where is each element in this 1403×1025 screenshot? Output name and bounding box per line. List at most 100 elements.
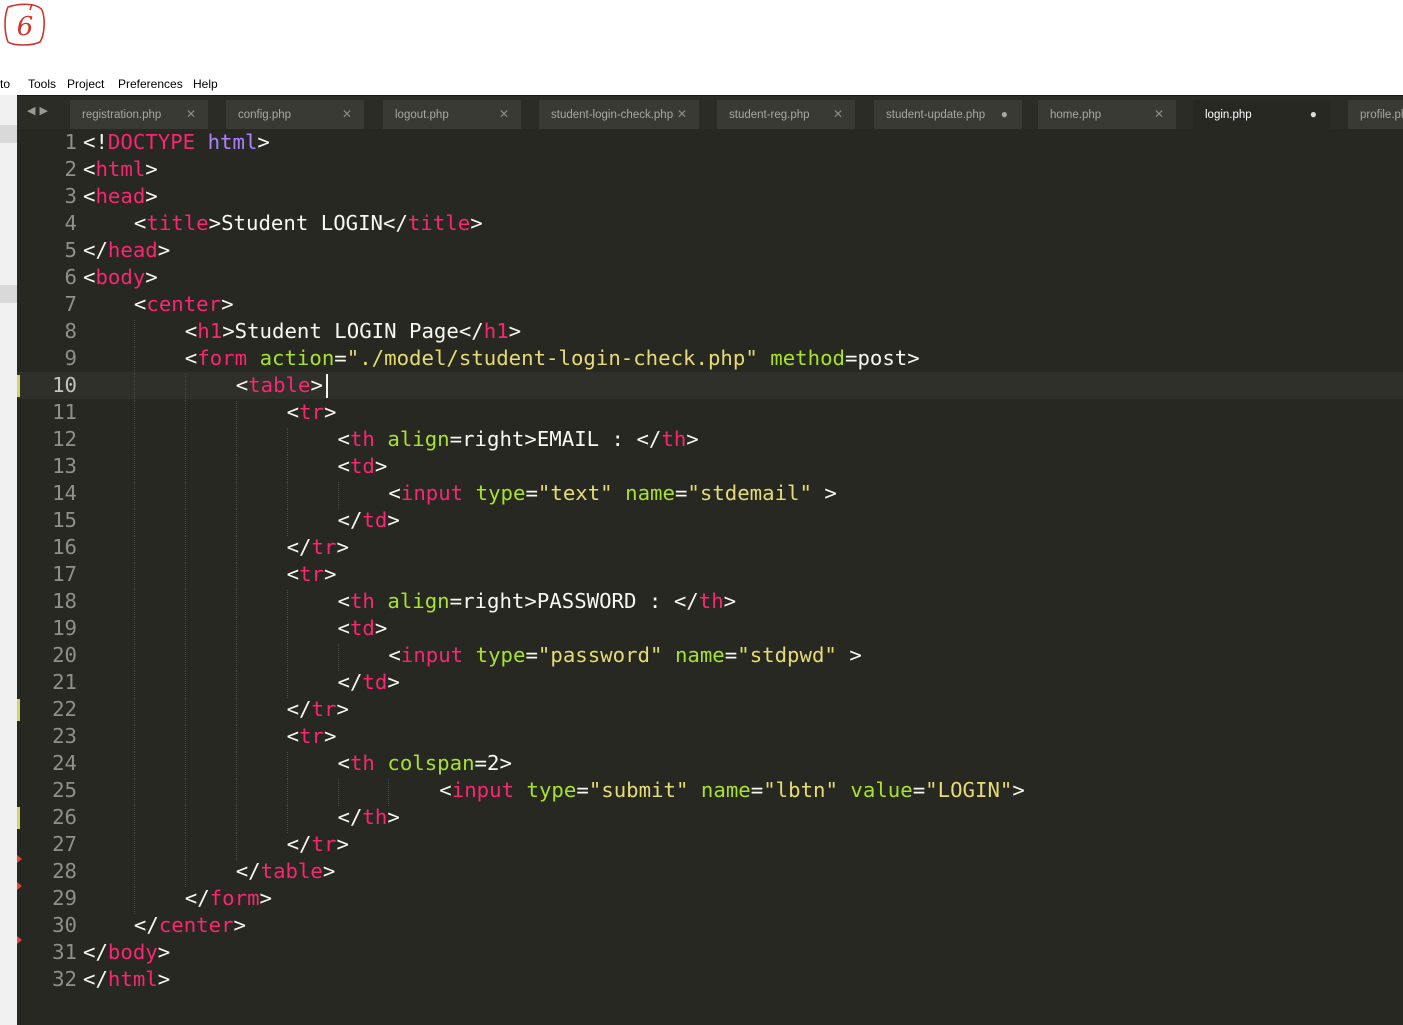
code-line[interactable]: <td> bbox=[338, 615, 388, 642]
code-token: </ bbox=[83, 238, 108, 262]
indent-guide bbox=[235, 455, 237, 482]
code-token: = bbox=[576, 778, 589, 802]
code-line[interactable]: <th align=right>EMAIL : </th> bbox=[338, 426, 699, 453]
line-number: 30 bbox=[52, 913, 77, 937]
code-token: tr bbox=[299, 400, 324, 424]
code-line[interactable]: <html> bbox=[83, 156, 158, 183]
line-number: 7 bbox=[64, 292, 77, 316]
code-token: > bbox=[157, 967, 171, 991]
code-line[interactable]: <body> bbox=[83, 264, 158, 291]
code-line[interactable]: <center> bbox=[134, 291, 234, 318]
code-token: name bbox=[700, 778, 751, 802]
code-token: h1 bbox=[197, 319, 223, 343]
code-line[interactable]: </body> bbox=[83, 939, 170, 966]
code-token: > bbox=[145, 157, 158, 181]
tab-config[interactable]: config.php ✕ bbox=[226, 100, 364, 129]
code-token: > bbox=[374, 616, 388, 640]
indent-guide bbox=[184, 509, 186, 536]
code-token: = bbox=[724, 643, 738, 667]
code-token: "password" bbox=[537, 643, 663, 667]
close-icon[interactable]: ✕ bbox=[186, 107, 196, 121]
line-number: 27 bbox=[52, 832, 77, 856]
tab-student-reg[interactable]: student-reg.php ✕ bbox=[717, 100, 855, 129]
code-token: = bbox=[525, 481, 538, 505]
tab-scroll-arrows[interactable]: ◀▶ bbox=[27, 104, 52, 117]
code-line[interactable]: </form> bbox=[185, 885, 272, 912]
indent-guide bbox=[184, 698, 186, 725]
code-line[interactable]: <head> bbox=[83, 183, 158, 210]
code-line[interactable]: <input type="password" name="stdpwd" > bbox=[388, 642, 861, 669]
diff-arrow-icon bbox=[17, 936, 22, 944]
close-icon[interactable]: ✕ bbox=[1154, 107, 1164, 121]
code-line[interactable]: </td> bbox=[338, 669, 400, 696]
unsaved-dot-icon[interactable]: ● bbox=[1310, 107, 1317, 121]
tab-logout[interactable]: logout.php ✕ bbox=[383, 100, 521, 129]
code-token: > bbox=[723, 589, 737, 613]
unsaved-dot-icon[interactable]: ● bbox=[1001, 107, 1008, 121]
menu-project[interactable]: Project bbox=[67, 77, 104, 91]
code-line[interactable]: </tr> bbox=[287, 831, 349, 858]
code-line[interactable]: </tr> bbox=[287, 696, 349, 723]
tab-home[interactable]: home.php ✕ bbox=[1038, 100, 1176, 129]
indent-guide bbox=[133, 617, 135, 644]
code-line[interactable]: <tr> bbox=[287, 723, 337, 750]
code-line[interactable]: <input type="submit" name="lbtn" value="… bbox=[439, 777, 1025, 804]
code-line[interactable]: </tr> bbox=[287, 534, 349, 561]
code-line[interactable]: <h1>Student LOGIN Page</h1> bbox=[185, 318, 521, 345]
diff-arrow-icon bbox=[17, 882, 22, 890]
code-line[interactable]: <th colspan=2> bbox=[338, 750, 512, 777]
indent-guide bbox=[286, 590, 288, 617]
code-token: > bbox=[811, 481, 837, 505]
menu-preferences[interactable]: Preferences bbox=[118, 77, 183, 91]
code-token: > bbox=[221, 292, 234, 316]
code-line[interactable]: <tr> bbox=[287, 561, 337, 588]
code-token: < bbox=[235, 373, 249, 397]
indent-guide bbox=[337, 644, 339, 671]
indent-guide bbox=[133, 320, 135, 347]
tab-label: config.php bbox=[238, 109, 292, 121]
code-line[interactable]: <td> bbox=[338, 453, 388, 480]
line-number: 28 bbox=[52, 859, 77, 883]
tab-student-update[interactable]: student-update.php ● bbox=[874, 100, 1022, 129]
indent-guide bbox=[133, 347, 135, 374]
code-line[interactable]: </td> bbox=[338, 507, 400, 534]
code-line[interactable]: <th align=right>PASSWORD : </th> bbox=[338, 588, 737, 615]
code-token: <! bbox=[83, 130, 108, 154]
close-icon[interactable]: ✕ bbox=[499, 107, 509, 121]
close-icon[interactable]: ✕ bbox=[342, 107, 352, 121]
menu-tools[interactable]: Tools bbox=[28, 77, 56, 91]
indent-guide bbox=[133, 509, 135, 536]
code-line[interactable]: <!DOCTYPE html> bbox=[83, 129, 270, 156]
tab-student-login-check[interactable]: student-login-check.php ✕ bbox=[539, 100, 699, 129]
tab-registration[interactable]: registration.php ✕ bbox=[70, 100, 208, 129]
code-token: > bbox=[323, 562, 337, 586]
indent-guide bbox=[184, 644, 186, 671]
code-line[interactable]: <form action="./model/student-login-chec… bbox=[185, 345, 920, 372]
code-line[interactable]: <title>Student LOGIN</title> bbox=[134, 210, 483, 237]
indent-guide bbox=[133, 455, 135, 482]
code-line[interactable]: </center> bbox=[134, 912, 246, 939]
code-token: input bbox=[400, 481, 464, 505]
tab-profile[interactable]: profile.php bbox=[1348, 100, 1403, 129]
close-icon[interactable]: ✕ bbox=[677, 107, 687, 121]
code-line[interactable]: </table> bbox=[236, 858, 336, 885]
code-line[interactable]: </html> bbox=[83, 966, 170, 993]
menu-help[interactable]: Help bbox=[193, 77, 218, 91]
code-token: tr bbox=[299, 724, 324, 748]
indent-guide bbox=[388, 779, 390, 806]
code-line[interactable]: <table> bbox=[236, 372, 323, 399]
code-line[interactable]: </head> bbox=[83, 237, 170, 264]
menu-goto[interactable]: to bbox=[0, 77, 10, 91]
code-line[interactable]: <input type="text" name="stdemail" > bbox=[388, 480, 837, 507]
code-line[interactable]: </th> bbox=[338, 804, 400, 831]
code-line[interactable]: <tr> bbox=[287, 399, 337, 426]
tab-login[interactable]: login.php ● bbox=[1193, 100, 1331, 129]
code-editor[interactable]: 1 2 3 4 5 6 7 8 9 10 11 12 13 14 15 16 17 18 19 20 21 22 23 24 2… bbox=[17, 129, 1403, 1025]
code-token: "text" bbox=[537, 481, 613, 505]
code-token: td bbox=[362, 508, 388, 532]
close-icon[interactable]: ✕ bbox=[833, 107, 843, 121]
